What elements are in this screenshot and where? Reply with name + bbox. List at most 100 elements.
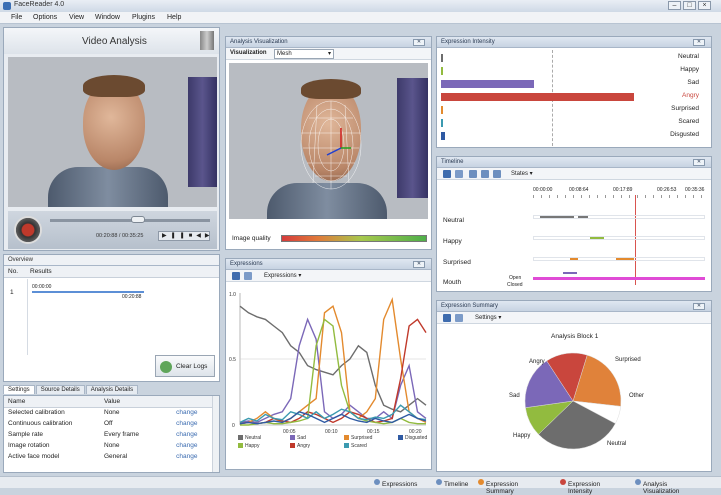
export-icon[interactable] bbox=[455, 314, 463, 322]
status-bar: Expressions Timeline Expression Summary … bbox=[0, 476, 721, 495]
expressions-menu[interactable]: Expressions ▾ bbox=[264, 272, 301, 279]
close-panel-icon[interactable]: ✕ bbox=[693, 39, 705, 46]
setting-value: General bbox=[104, 453, 128, 460]
settings-panel: Settings Source Details Analysis Details N… bbox=[3, 385, 220, 473]
menu-view[interactable]: View bbox=[69, 14, 84, 21]
settings-scrollbar[interactable] bbox=[212, 396, 219, 472]
export-icon[interactable] bbox=[455, 170, 463, 178]
expressions-line-chart: 1.0 0.5 0 00:05 00:10 00:15 00:20 bbox=[229, 292, 427, 435]
zoom-in-icon[interactable] bbox=[469, 170, 477, 178]
intensity-bar bbox=[441, 54, 443, 62]
timeline-tick: 00:00:00 bbox=[533, 187, 553, 193]
table-row: Selected calibration None change bbox=[4, 407, 219, 418]
overview-title: Overview bbox=[8, 257, 34, 263]
overview-table: No. Results bbox=[4, 266, 219, 278]
menu-plugins[interactable]: Plugins bbox=[132, 14, 155, 21]
settings-menu-label: Settings bbox=[475, 315, 497, 321]
overview-header: Overview bbox=[4, 255, 219, 266]
overview-result-bar[interactable] bbox=[32, 291, 144, 293]
overview-start-time: 00:00:00 bbox=[32, 284, 52, 290]
save-icon[interactable] bbox=[443, 170, 451, 178]
overview-panel: Overview No. Results 1 00:00:00 00:20:88 … bbox=[3, 254, 220, 382]
settings-menu[interactable]: Settings ▾ bbox=[475, 314, 501, 321]
fit-icon[interactable] bbox=[493, 170, 501, 178]
timeline-tick: 00:17:89 bbox=[613, 187, 633, 193]
series-line-surprised bbox=[239, 297, 427, 425]
intensity-label: Neutral bbox=[678, 53, 699, 60]
status-tab-expressions[interactable]: Expressions bbox=[374, 479, 417, 488]
pie-label-happy: Happy bbox=[513, 433, 531, 439]
record-button[interactable] bbox=[14, 216, 42, 244]
app-icon bbox=[3, 2, 11, 10]
pie-label-neutral: Neutral bbox=[607, 441, 627, 447]
face-mesh-overlay bbox=[300, 100, 362, 190]
expression-summary-panel: Expression Summary ✕ Settings ▾ Analysis… bbox=[436, 300, 712, 472]
chevron-down-icon: ▾ bbox=[327, 51, 331, 57]
overview-no-column: 1 bbox=[4, 279, 28, 355]
status-tab-visualization[interactable]: Analysis Visualization bbox=[635, 479, 679, 495]
intensity-label: Angry bbox=[682, 92, 699, 99]
table-row: Sample rate Every frame change bbox=[4, 429, 219, 440]
timeline-tick: 00:35:36 bbox=[685, 187, 705, 193]
timeline-track-mouth bbox=[533, 272, 705, 281]
video-header: Video Analysis bbox=[4, 28, 219, 54]
clear-logs-label: Clear Logs bbox=[176, 363, 208, 370]
legend-item: Scared bbox=[344, 443, 367, 449]
save-icon[interactable] bbox=[443, 314, 451, 322]
save-icon[interactable] bbox=[232, 272, 240, 280]
tab-settings[interactable]: Settings bbox=[3, 385, 35, 394]
intensity-title: Expression Intensity bbox=[441, 39, 495, 45]
visualization-select[interactable]: Mesh ▾ bbox=[274, 49, 334, 59]
settings-tabs: Settings Source Details Analysis Details bbox=[3, 385, 220, 395]
timeline-row-label: Mouth bbox=[443, 279, 462, 286]
status-tab-intensity[interactable]: Expression Intensity bbox=[560, 479, 600, 495]
expressions-menu-label: Expressions bbox=[264, 273, 297, 279]
playback-buttons[interactable]: ▶❚❚■◀▶ bbox=[158, 231, 210, 241]
series-line-happy bbox=[240, 318, 426, 426]
timeline-track-happy bbox=[533, 236, 705, 240]
analysis-vis-title: Analysis Visualization bbox=[230, 39, 288, 45]
video-panel-title: Video Analysis bbox=[82, 36, 147, 47]
y-tick-label: 0 bbox=[232, 423, 235, 429]
close-panel-icon[interactable]: ✕ bbox=[693, 303, 705, 310]
close-panel-icon[interactable]: ✕ bbox=[413, 261, 425, 268]
zoom-out-icon[interactable] bbox=[481, 170, 489, 178]
seek-track[interactable] bbox=[50, 219, 210, 222]
tab-analysis-details[interactable]: Analysis Details bbox=[85, 385, 139, 394]
timeline-cursor[interactable] bbox=[635, 195, 636, 285]
seek-handle[interactable] bbox=[131, 216, 145, 223]
expressions-title: Expressions bbox=[230, 261, 263, 267]
close-icon[interactable]: × bbox=[698, 1, 711, 10]
close-panel-icon[interactable]: ✕ bbox=[413, 39, 425, 46]
minimize-icon[interactable]: – bbox=[668, 1, 681, 10]
timeline-tick: 00:08:64 bbox=[569, 187, 589, 193]
clear-logs-button[interactable]: Clear Logs bbox=[155, 355, 215, 377]
intensity-label: Happy bbox=[680, 66, 699, 73]
timeline-header: Timeline ✕ bbox=[437, 157, 711, 168]
menu-help[interactable]: Help bbox=[167, 14, 181, 21]
intensity-header: Expression Intensity ✕ bbox=[437, 37, 711, 48]
menu-file[interactable]: File bbox=[11, 14, 22, 21]
menu-window[interactable]: Window bbox=[95, 14, 120, 21]
tab-source-details[interactable]: Source Details bbox=[35, 385, 85, 394]
states-menu[interactable]: States ▾ bbox=[511, 170, 533, 177]
timeline-row-label: Surprised bbox=[443, 259, 471, 266]
status-tab-timeline[interactable]: Timeline bbox=[436, 479, 468, 488]
visualization-label: Visualization bbox=[230, 50, 267, 56]
setting-value: None bbox=[104, 409, 120, 417]
close-panel-icon[interactable]: ✕ bbox=[693, 159, 705, 166]
y-tick-label: 0.5 bbox=[229, 357, 236, 363]
setting-name: Image rotation bbox=[8, 442, 50, 449]
export-icon[interactable] bbox=[244, 272, 252, 280]
status-tab-summary[interactable]: Expression Summary bbox=[478, 479, 518, 495]
timeline-toolbar: States ▾ bbox=[437, 168, 711, 180]
visualization-toolbar: Visualization Mesh ▾ bbox=[226, 48, 431, 60]
legend-item: Disgusted bbox=[398, 435, 427, 441]
menu-options[interactable]: Options bbox=[33, 14, 57, 21]
legend-item: Neutral bbox=[238, 435, 261, 441]
intensity-bar bbox=[441, 80, 534, 88]
maximize-icon[interactable]: □ bbox=[683, 1, 696, 10]
table-row: Continuous calibration Off change bbox=[4, 418, 219, 429]
expressions-header: Expressions ✕ bbox=[226, 259, 431, 270]
intensity-label: Scared bbox=[678, 118, 699, 125]
